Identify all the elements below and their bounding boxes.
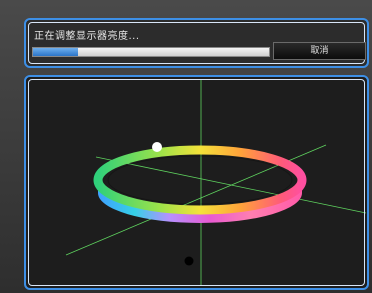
white-point-marker <box>152 142 162 152</box>
black-point-marker <box>184 256 194 266</box>
progress-bar <box>32 47 270 57</box>
progress-panel: 正在调整显示器亮度... 取消 <box>24 18 369 68</box>
cancel-button[interactable]: 取消 <box>273 42 366 60</box>
color-ring-top <box>93 145 307 215</box>
progress-bar-fill <box>33 48 78 56</box>
axis-lines <box>65 79 367 286</box>
status-text: 正在调整显示器亮度... <box>34 31 140 42</box>
color-ring-visualization <box>65 79 367 286</box>
color-ring-inner <box>107 155 293 205</box>
visualization-panel <box>24 75 369 290</box>
